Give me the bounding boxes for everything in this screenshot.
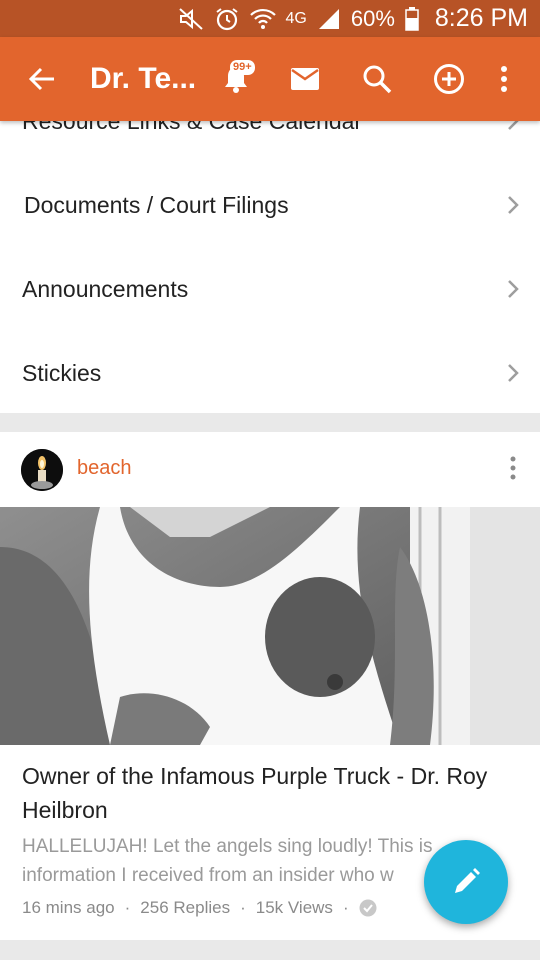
- search-button[interactable]: [355, 37, 399, 121]
- post-excerpt: HALLELUJAH! Let the angels sing loudly! …: [22, 836, 433, 886]
- mute-icon: [178, 7, 204, 31]
- list-item-label: Announcements: [22, 275, 189, 302]
- forum-sections-list: Resource Links & Case Calendar Documents…: [0, 121, 540, 413]
- list-item-label: Resource Links & Case Calendar: [22, 121, 362, 135]
- list-item[interactable]: Announcements: [0, 247, 540, 331]
- post-options-button[interactable]: [510, 456, 516, 485]
- search-icon: [363, 65, 392, 94]
- notifications-button[interactable]: [214, 37, 258, 121]
- app-bar: Dr. Te... 99+: [0, 37, 540, 121]
- post-image[interactable]: [0, 507, 540, 745]
- chevron-right-icon: [508, 280, 519, 298]
- back-arrow-icon: [28, 67, 54, 91]
- battery-icon: [405, 6, 419, 31]
- avatar[interactable]: [21, 449, 63, 491]
- list-item[interactable]: Documents / Court Filings: [0, 163, 540, 247]
- more-vert-icon: [510, 456, 516, 480]
- view-count: 15k Views: [255, 898, 333, 917]
- chevron-right-icon: [508, 364, 519, 382]
- wifi-icon: [249, 8, 276, 30]
- candle-avatar-image: [21, 449, 63, 491]
- add-circle-icon: [434, 64, 464, 94]
- list-item[interactable]: Resource Links & Case Calendar: [0, 121, 540, 163]
- messages-button[interactable]: [283, 37, 327, 121]
- battery-level: 60%: [350, 5, 395, 31]
- alarm-icon: [214, 6, 240, 32]
- chevron-right-icon: [508, 121, 519, 130]
- post-meta: 16 mins ago · 256 Replies · 15k Views ·: [22, 898, 377, 918]
- post-title[interactable]: Owner of the Infamous Purple Truck - Dr.…: [22, 759, 512, 827]
- compose-fab[interactable]: [424, 840, 508, 924]
- status-bar: 4G 60% 8:26 PM: [0, 0, 540, 37]
- separator-dot: ·: [124, 898, 131, 917]
- chevron-right-icon: [508, 196, 519, 214]
- clock: 8:26 PM: [434, 4, 528, 32]
- list-item-label: Stickies: [22, 359, 102, 386]
- list-item-label: Documents / Court Filings: [24, 191, 289, 218]
- post-photo-illustration: [0, 507, 540, 745]
- page-title: Dr. Te...: [90, 62, 197, 95]
- notification-badge: 99+: [230, 60, 255, 75]
- overflow-menu-button[interactable]: [490, 37, 518, 121]
- more-vert-icon: [501, 66, 507, 92]
- pencil-icon: [455, 868, 480, 893]
- network-type: 4G: [285, 9, 307, 27]
- check-circle-icon: [359, 899, 377, 917]
- separator-dot: ·: [342, 898, 349, 917]
- post-author[interactable]: beach: [77, 457, 132, 480]
- reply-count: 256 Replies: [140, 898, 231, 917]
- separator-dot: ·: [240, 898, 246, 917]
- mail-icon: [291, 68, 319, 90]
- new-post-button[interactable]: [427, 37, 471, 121]
- list-item[interactable]: Stickies: [0, 331, 540, 413]
- signal-icon: [317, 8, 341, 30]
- post-time: 16 mins ago: [22, 898, 115, 917]
- back-button[interactable]: [20, 37, 64, 121]
